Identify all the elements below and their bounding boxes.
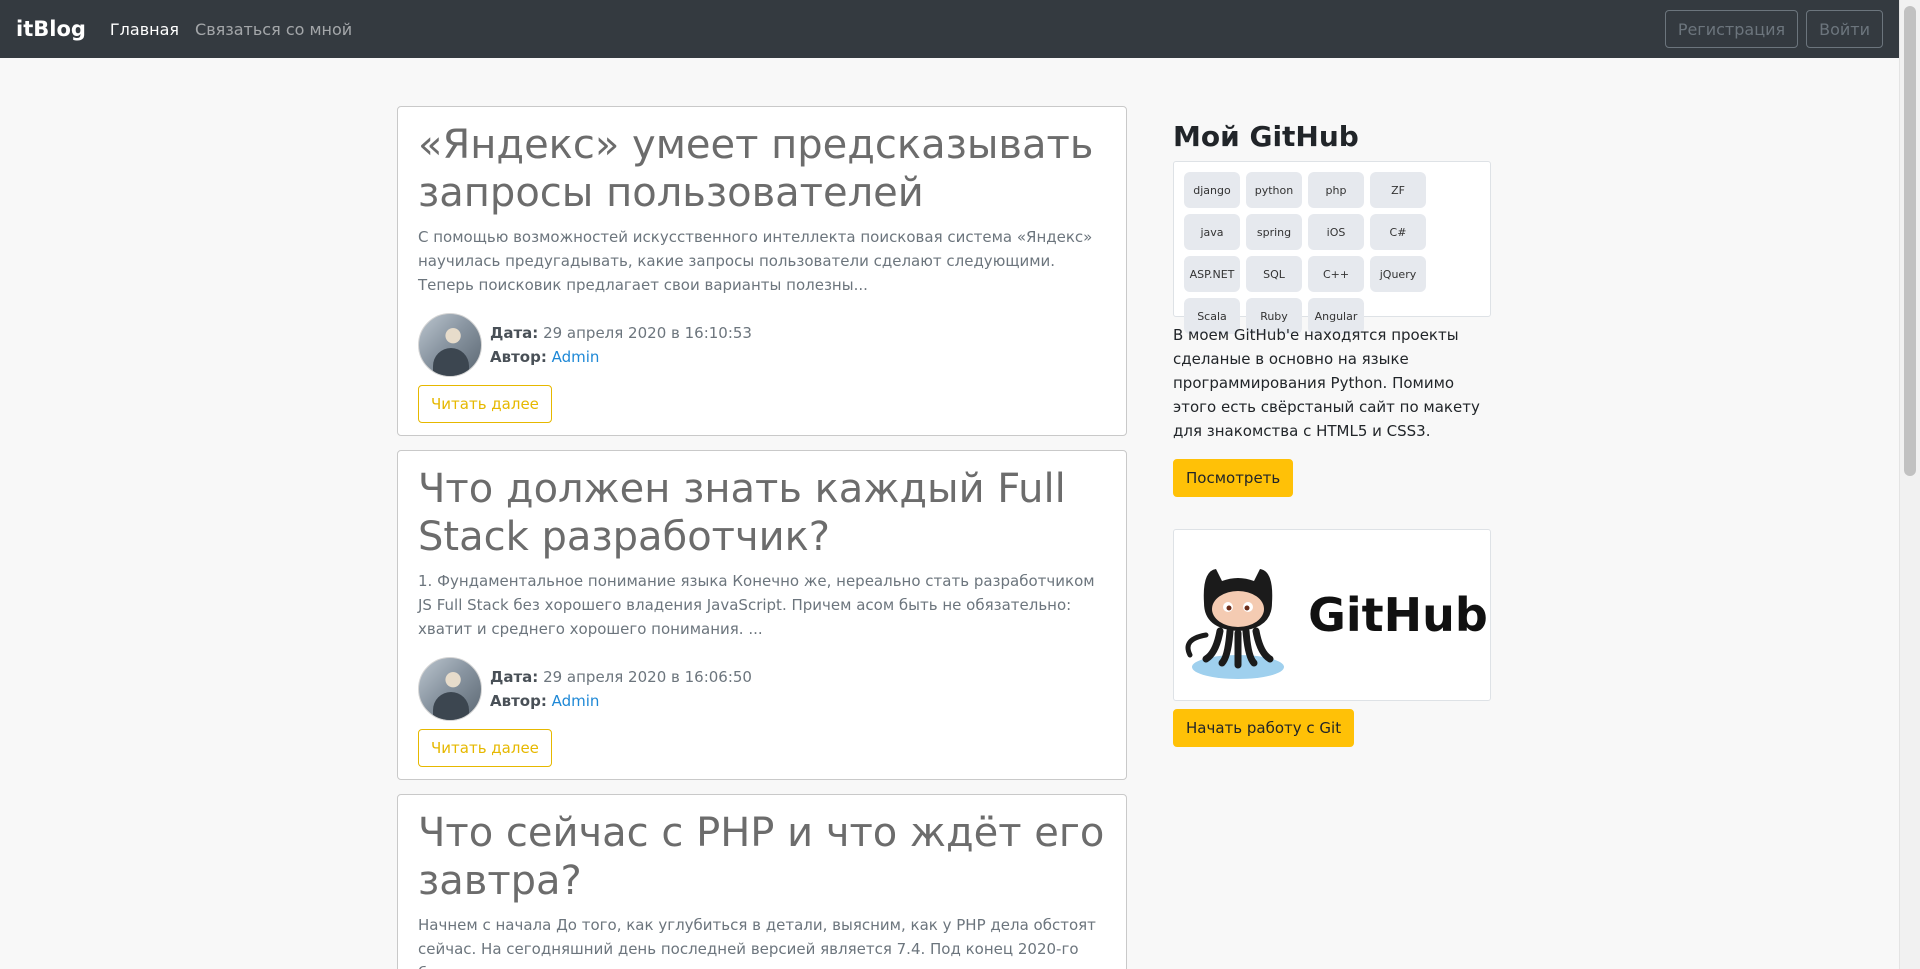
tech-logo-8: ASP.NET [1184,256,1240,292]
scrollbar[interactable] [1899,0,1920,969]
nav-link-contact[interactable]: Связаться со мной [195,20,352,39]
date-label: Дата: [490,668,539,686]
tech-logo-0: django [1184,172,1240,208]
post-card: «Яндекс» умеет предсказывать запросы пол… [397,106,1127,436]
tech-logo-11: jQuery [1370,256,1426,292]
post-excerpt: 1. Фундаментальное понимание языка Конеч… [418,572,1095,638]
github-logo-image: GitHub [1173,529,1491,701]
auth-buttons: Регистрация Войти [1664,10,1883,48]
sidebar-title: Мой GitHub [1173,120,1359,153]
tech-logos-image: django python php ZF java spring iOS C# ASP.NET S… [1173,161,1491,334]
avatar [418,313,482,377]
register-button[interactable]: Регистрация [1664,10,1799,48]
top-navbar: itBlog Главная Связаться со мной Регистр… [0,0,1899,58]
tech-logo-4: java [1184,214,1240,250]
author-label: Автор: [490,348,547,366]
login-button[interactable]: Войти [1806,10,1883,48]
post-card: Что должен знать каждый Full Stack разра… [397,450,1127,780]
tech-logo-7: C# [1370,214,1426,250]
sidebar: Мой GitHub django python php ZF java spring iO… [1173,120,1491,747]
post-date: 29 апреля 2020 в 16:06:50 [543,668,752,686]
post-date: 29 апреля 2020 в 16:10:53 [543,324,752,342]
author-label: Автор: [490,692,547,710]
sidebar-text: В моем GitHub'е находятся проекты сделан… [1173,326,1480,440]
view-github-button[interactable]: Посмотреть [1173,459,1294,497]
read-more-button[interactable]: Читать далее [418,729,552,767]
tech-logo-6: iOS [1308,214,1364,250]
brand-logo[interactable]: itBlog [16,17,86,41]
post-meta: Дата: 29 апреля 2020 в 16:06:50 Автор: A… [418,657,1106,721]
avatar [418,657,482,721]
post-card: Что сейчас с PHP и что ждёт его завтра? … [397,794,1127,969]
post-meta: Дата: 29 апреля 2020 в 16:10:53 Автор: A… [418,313,1106,377]
tech-logo-2: php [1308,172,1364,208]
tech-logo-9: SQL [1246,256,1302,292]
scrollbar-thumb[interactable] [1904,6,1916,476]
author-link[interactable]: Admin [552,348,600,366]
post-title[interactable]: «Яндекс» умеет предсказывать запросы пол… [418,121,1106,217]
nav-link-home[interactable]: Главная [110,20,179,39]
post-title[interactable]: Что сейчас с PHP и что ждёт его завтра? [418,809,1106,905]
tech-logo-1: python [1246,172,1302,208]
start-git-button[interactable]: Начать работу с Git [1173,709,1355,747]
author-link[interactable]: Admin [552,692,600,710]
post-excerpt: Начнем с начала До того, как углубиться … [418,916,1096,969]
tech-logo-5: spring [1246,214,1302,250]
tech-logo-3: ZF [1370,172,1426,208]
read-more-button[interactable]: Читать далее [418,385,552,423]
post-title[interactable]: Что должен знать каждый Full Stack разра… [418,465,1106,561]
octocat-icon [1185,569,1285,679]
github-logo-text: GitHub [1308,588,1488,642]
tech-logo-10: C++ [1308,256,1364,292]
post-excerpt: С помощью возможностей искусственного ин… [418,228,1093,294]
date-label: Дата: [490,324,539,342]
